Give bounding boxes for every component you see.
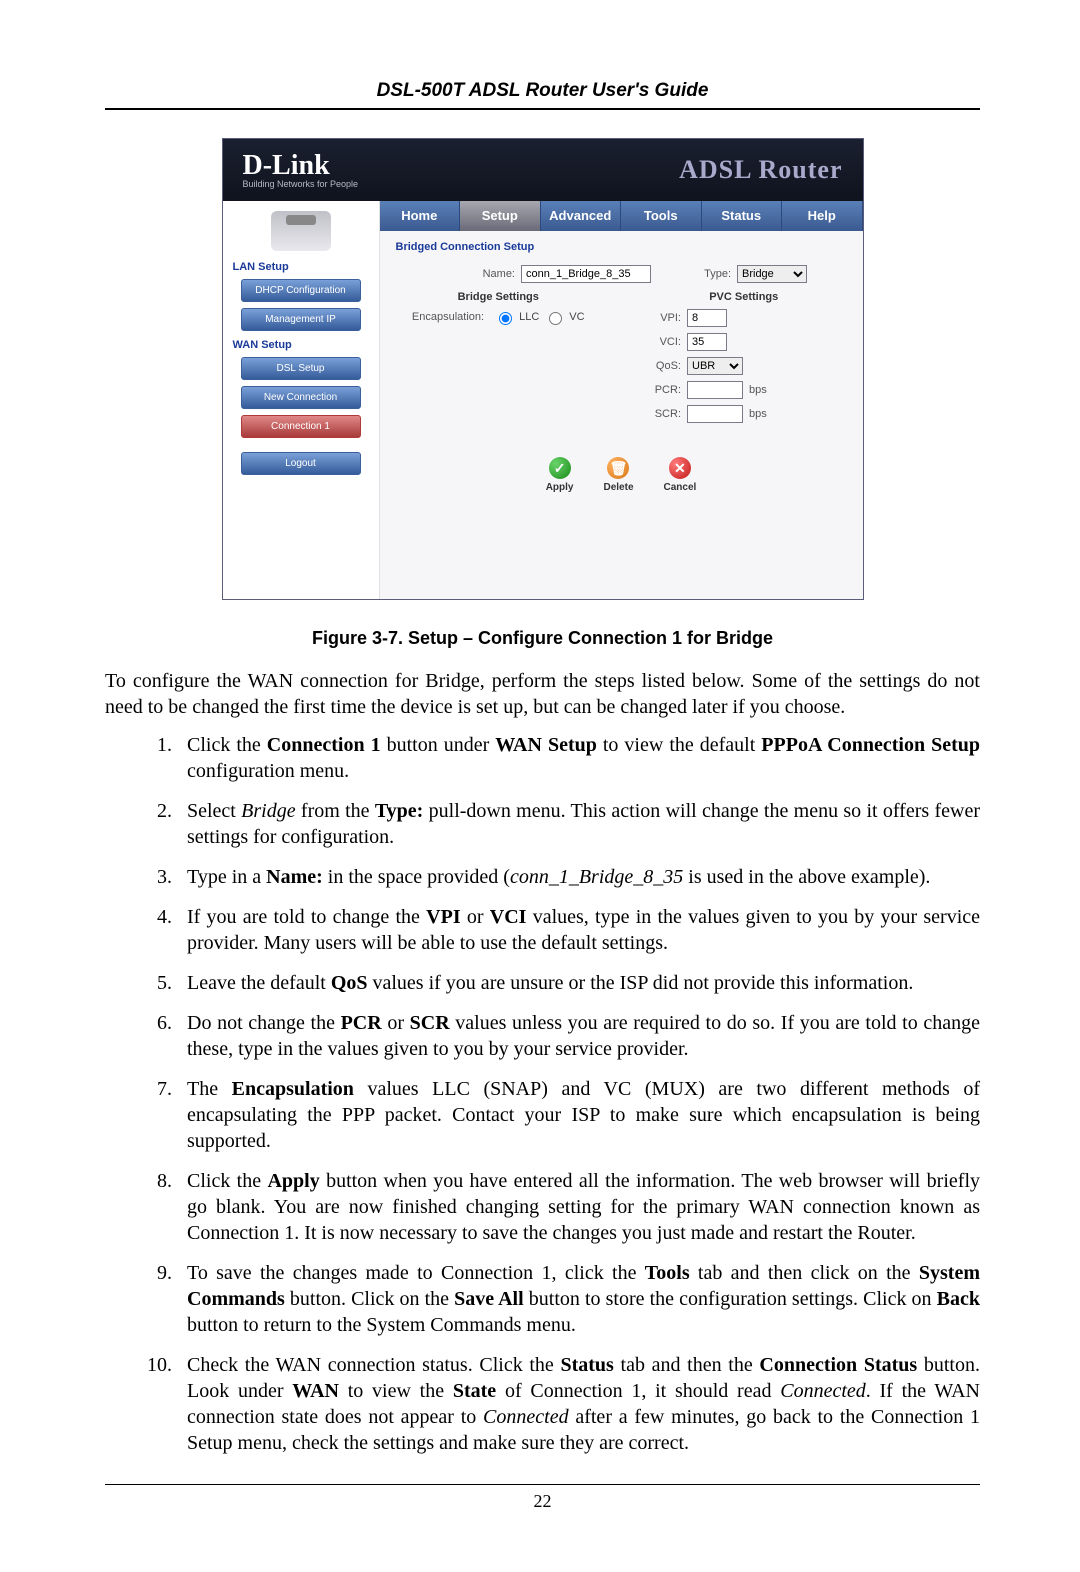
- sidebar-group-wan: WAN Setup: [233, 339, 371, 351]
- figure-caption: Figure 3-7. Setup – Configure Connection…: [105, 628, 980, 649]
- tabs: Home Setup Advanced Tools Status Help: [380, 201, 863, 231]
- check-icon: ✓: [549, 457, 571, 479]
- delete-label: Delete: [603, 482, 633, 493]
- router-banner: D-Link Building Networks for People ADSL…: [223, 139, 863, 201]
- product-title: ADSL Router: [679, 155, 842, 185]
- encap-radio-vc[interactable]: [549, 312, 562, 325]
- trash-icon: 🗑: [607, 457, 629, 479]
- type-label: Type:: [691, 268, 737, 280]
- cancel-button[interactable]: ✕ Cancel: [664, 457, 697, 493]
- main-panel: Home Setup Advanced Tools Status Help Br…: [380, 201, 863, 599]
- sidebar-item-dhcp[interactable]: DHCP Configuration: [241, 279, 361, 302]
- content: Bridged Connection Setup Name: Type: Bri…: [380, 231, 863, 503]
- apply-button[interactable]: ✓ Apply: [546, 457, 574, 493]
- step-9: To save the changes made to Connection 1…: [177, 1260, 980, 1338]
- section-title: Bridged Connection Setup: [396, 241, 847, 253]
- action-buttons: ✓ Apply 🗑 Delete ✕ Cancel: [396, 457, 847, 493]
- encap-row: Encapsulation: LLC VC: [396, 309, 602, 325]
- pcr-unit: bps: [749, 384, 767, 396]
- vpi-input[interactable]: [687, 309, 727, 327]
- qos-label: QoS:: [641, 360, 687, 372]
- sidebar-item-new-connection[interactable]: New Connection: [241, 386, 361, 409]
- qos-select[interactable]: UBR: [687, 357, 743, 375]
- screenshot-wrap: D-Link Building Networks for People ADSL…: [105, 138, 980, 600]
- tab-setup[interactable]: Setup: [460, 201, 541, 231]
- logo-main: D-Link Building Networks for People: [243, 152, 359, 189]
- document-page: DSL-500T ADSL Router User's Guide D-Link…: [0, 0, 1080, 1572]
- doc-header: DSL-500T ADSL Router User's Guide: [105, 80, 980, 108]
- router-body: LAN Setup DHCP Configuration Management …: [223, 201, 863, 599]
- footer-rule: [105, 1484, 980, 1485]
- intro-paragraph: To configure the WAN connection for Brid…: [105, 669, 980, 720]
- step-5: Leave the default QoS values if you are …: [177, 970, 980, 996]
- settings-columns: Bridge Settings Encapsulation: LLC VC: [396, 291, 847, 429]
- sidebar-group-lan: LAN Setup: [233, 261, 371, 273]
- step-8: Click the Apply button when you have ent…: [177, 1168, 980, 1246]
- page-number: 22: [105, 1491, 980, 1512]
- encap-radio-llc[interactable]: [499, 312, 512, 325]
- step-4: If you are told to change the VPI or VCI…: [177, 904, 980, 956]
- tab-home[interactable]: Home: [380, 201, 461, 231]
- vci-label: VCI:: [641, 336, 687, 348]
- name-label: Name:: [465, 268, 521, 280]
- router-ui: D-Link Building Networks for People ADSL…: [222, 138, 864, 600]
- sidebar-item-management-ip[interactable]: Management IP: [241, 308, 361, 331]
- step-2: Select Bridge from the Type: pull-down m…: [177, 798, 980, 850]
- tab-advanced[interactable]: Advanced: [541, 201, 622, 231]
- device-icon: [271, 211, 331, 251]
- bridge-settings-col: Bridge Settings Encapsulation: LLC VC: [396, 291, 602, 429]
- delete-button[interactable]: 🗑 Delete: [603, 457, 633, 493]
- bridge-settings-title: Bridge Settings: [396, 291, 602, 303]
- sidebar-item-dsl-setup[interactable]: DSL Setup: [241, 357, 361, 380]
- pcr-label: PCR:: [641, 384, 687, 396]
- tab-status[interactable]: Status: [702, 201, 783, 231]
- step-10: Check the WAN connection status. Click t…: [177, 1352, 980, 1456]
- close-icon: ✕: [669, 457, 691, 479]
- apply-label: Apply: [546, 482, 574, 493]
- scr-input[interactable]: [687, 405, 743, 423]
- pcr-input[interactable]: [687, 381, 743, 399]
- sidebar: LAN Setup DHCP Configuration Management …: [223, 201, 380, 599]
- name-type-row: Name: Type: Bridge: [426, 265, 847, 283]
- pvc-settings-col: PVC Settings VPI: VCI: QoS:UBR PCR: bps S…: [641, 291, 847, 429]
- sidebar-item-logout[interactable]: Logout: [241, 452, 361, 475]
- dlink-logo: D-Link Building Networks for People: [243, 152, 359, 189]
- sidebar-item-connection-1[interactable]: Connection 1: [241, 415, 361, 438]
- encap-opt-llc: LLC: [519, 311, 539, 323]
- logo-text: D-Link: [243, 150, 330, 181]
- steps-list: Click the Connection 1 button under WAN …: [105, 732, 980, 1456]
- type-select[interactable]: Bridge: [737, 265, 807, 283]
- step-1: Click the Connection 1 button under WAN …: [177, 732, 980, 784]
- step-3: Type in a Name: in the space provided (c…: [177, 864, 980, 890]
- pvc-settings-title: PVC Settings: [641, 291, 847, 303]
- logo-subtitle: Building Networks for People: [243, 180, 359, 189]
- encap-opt-vc: VC: [569, 311, 584, 323]
- cancel-label: Cancel: [664, 482, 697, 493]
- step-6: Do not change the PCR or SCR values unle…: [177, 1010, 980, 1062]
- name-input[interactable]: [521, 265, 651, 283]
- encap-label: Encapsulation:: [412, 311, 490, 323]
- scr-unit: bps: [749, 408, 767, 420]
- tab-tools[interactable]: Tools: [621, 201, 702, 231]
- tab-help[interactable]: Help: [782, 201, 863, 231]
- scr-label: SCR:: [641, 408, 687, 420]
- vpi-label: VPI:: [641, 312, 687, 324]
- step-7: The Encapsulation values LLC (SNAP) and …: [177, 1076, 980, 1154]
- header-rule: [105, 108, 980, 110]
- vci-input[interactable]: [687, 333, 727, 351]
